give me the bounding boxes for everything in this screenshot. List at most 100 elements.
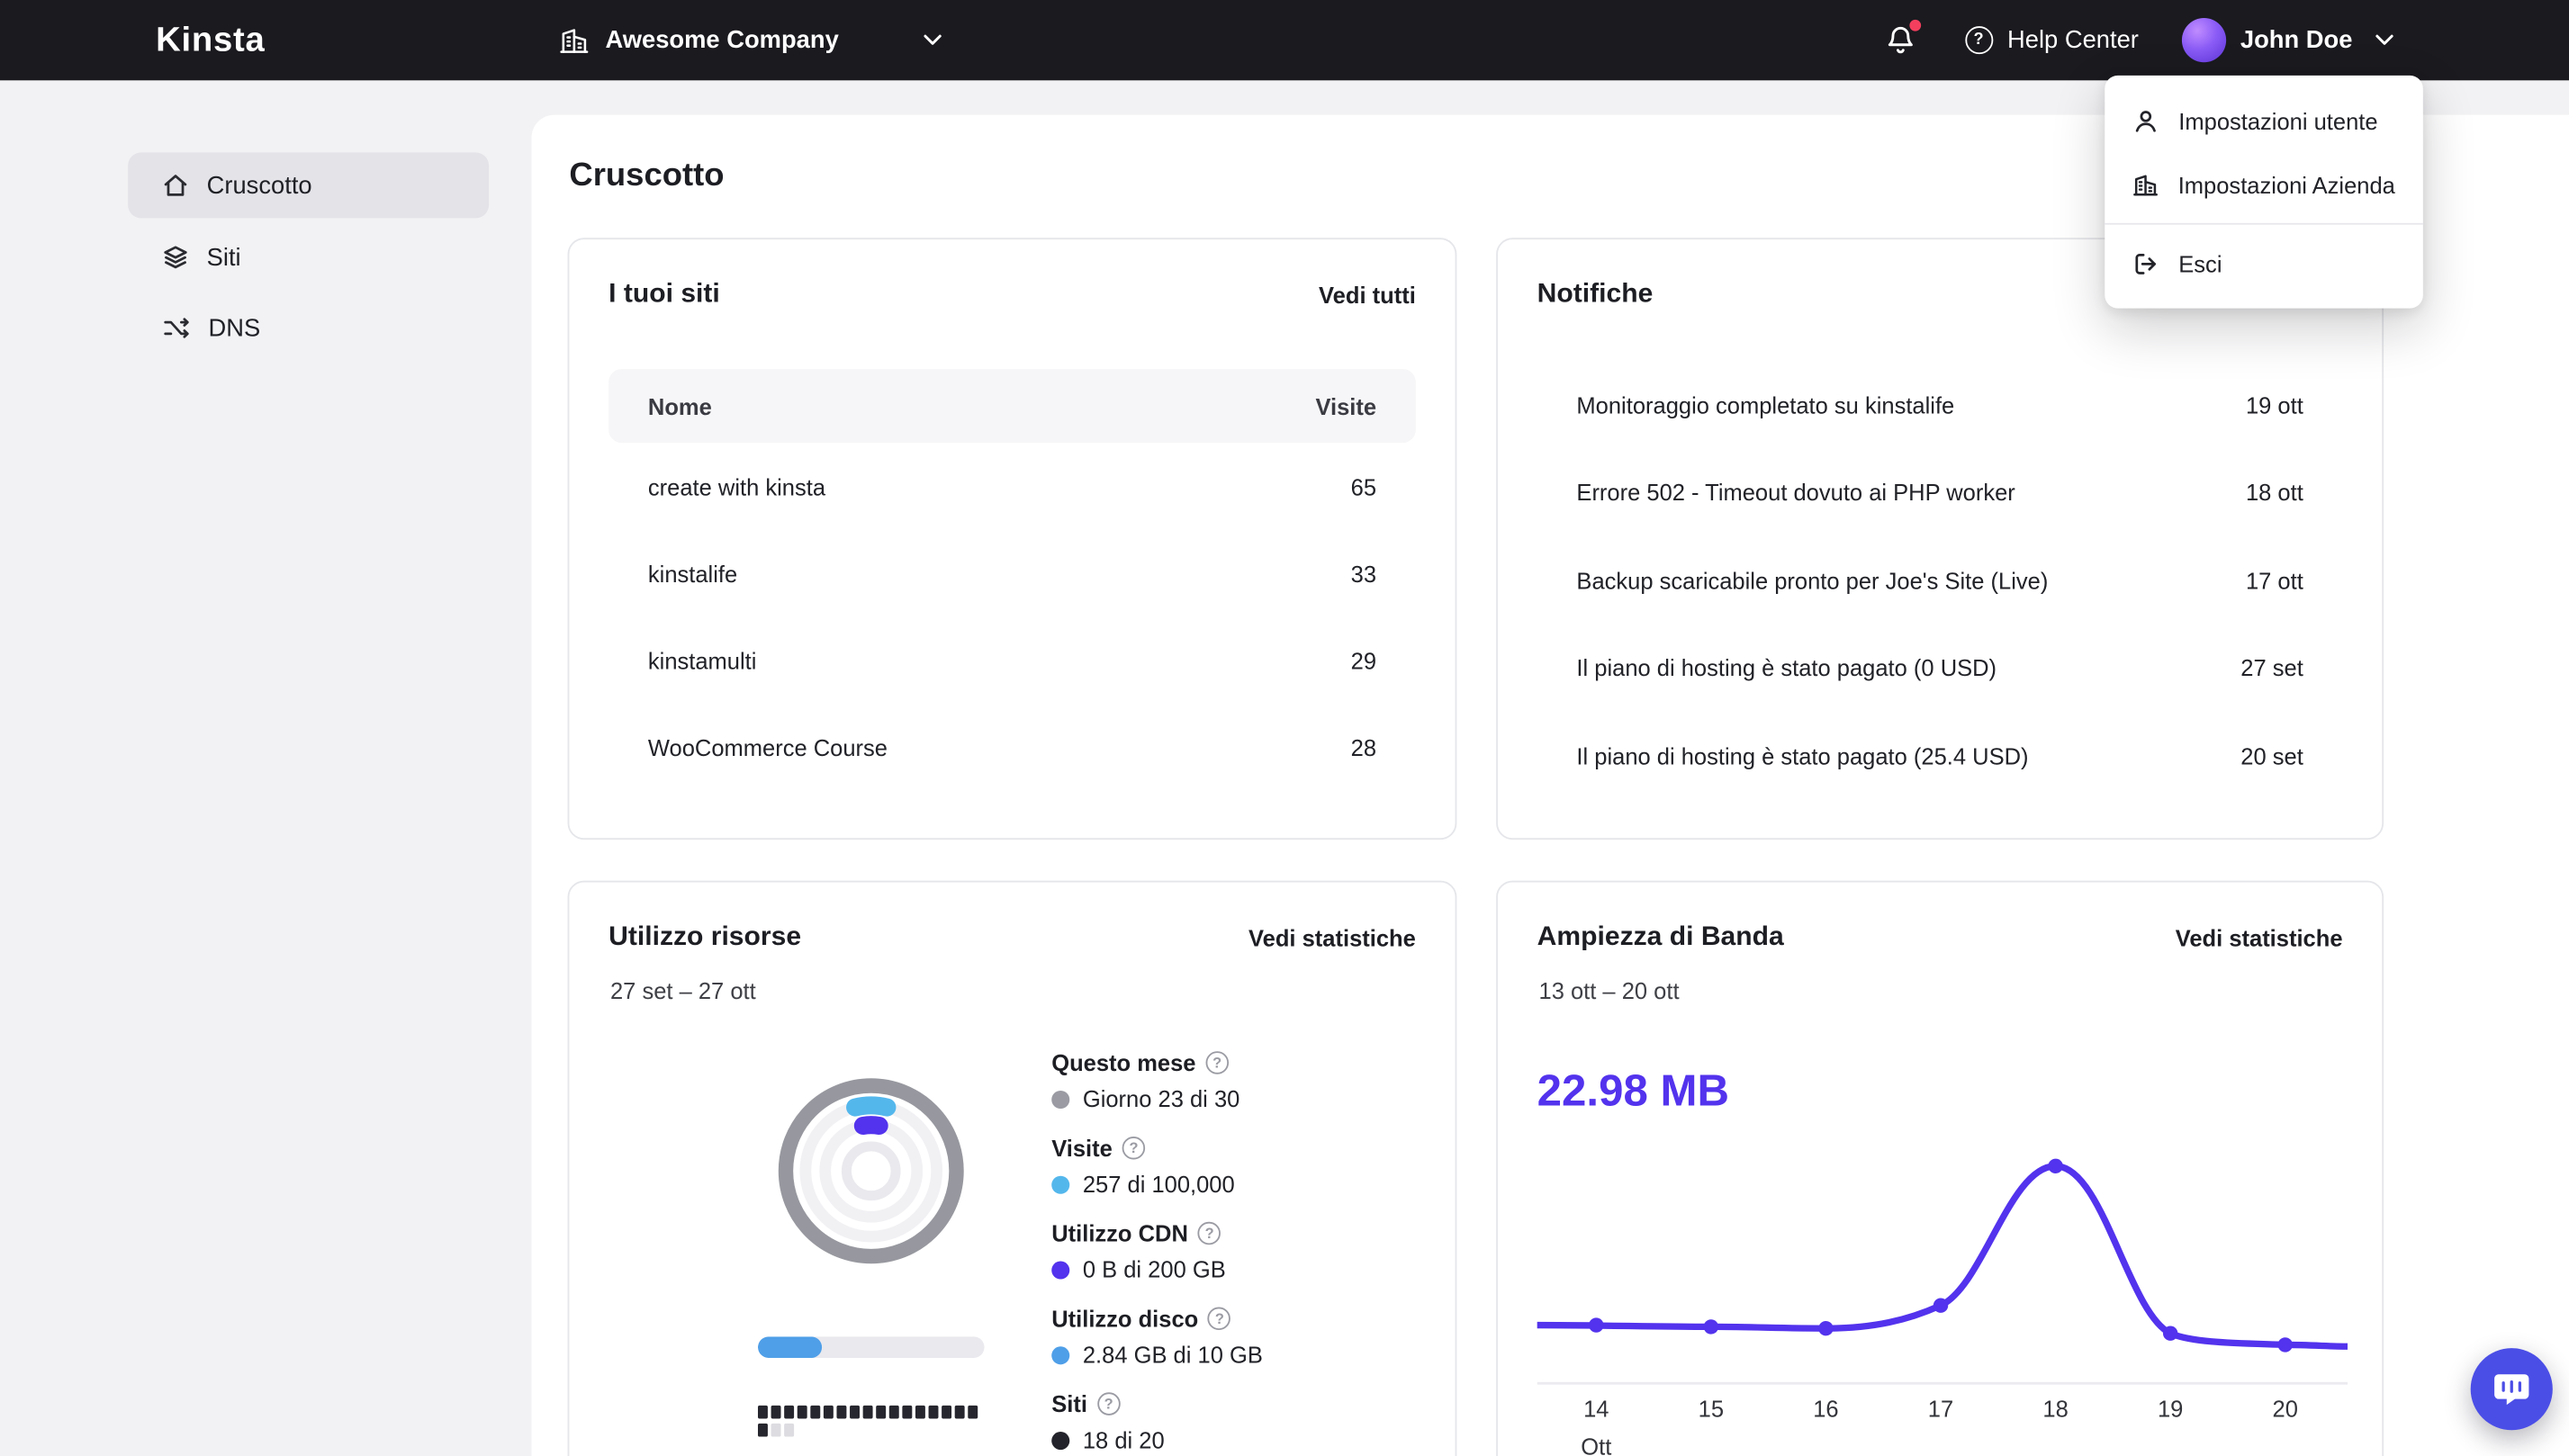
menu-item-label: Esci	[2178, 249, 2222, 277]
bandwidth-card-title: Ampiezza di Banda	[1537, 921, 1784, 952]
company-icon	[2133, 174, 2158, 195]
help-center-button[interactable]: ? Help Center	[1964, 26, 2139, 55]
legend-dot	[1051, 1174, 1070, 1193]
home-icon	[164, 175, 187, 196]
notification-text: Monitoraggio completato su kinstalife	[1576, 391, 1955, 418]
menu-item-company-settings[interactable]: Impostazioni Azienda	[2105, 152, 2423, 216]
table-row[interactable]: kinstalife 33	[608, 530, 1416, 617]
legend-item-visits: Visite ? 257 di 100,000	[1051, 1132, 1429, 1201]
sites-table-header: Nome Visite	[608, 369, 1416, 444]
sites-card: I tuoi siti Vedi tutti Nome Visite creat…	[567, 238, 1457, 840]
help-tooltip-icon[interactable]: ?	[1205, 1051, 1229, 1074]
user-icon	[2135, 110, 2156, 131]
menu-item-label: Impostazioni Azienda	[2177, 171, 2395, 198]
notifications-card: Notifiche Vedi tutti Monitoraggio comple…	[1496, 238, 2384, 840]
disk-progress-bar	[757, 1336, 985, 1359]
help-tooltip-icon[interactable]: ?	[1208, 1307, 1231, 1331]
segment	[928, 1405, 939, 1419]
legend-value: Giorno 23 di 30	[1082, 1085, 1240, 1112]
notification-text: Errore 502 - Timeout dovuto ai PHP worke…	[1576, 479, 2015, 506]
notification-date: 19 ott	[2245, 391, 2303, 418]
sites-card-title: I tuoi siti	[608, 278, 720, 309]
table-row[interactable]: WooCommerce Course 28	[608, 704, 1416, 791]
segment	[797, 1405, 807, 1419]
notification-date: 20 set	[2240, 742, 2303, 769]
legend-label: Utilizzo CDN	[1051, 1219, 1188, 1247]
resource-card-title: Utilizzo risorse	[608, 921, 802, 952]
x-tick: 17	[1927, 1395, 1954, 1423]
notification-date: 18 ott	[2245, 479, 2303, 506]
chevron-down-icon	[2375, 34, 2393, 46]
sites-segment-bar	[757, 1405, 989, 1437]
resource-card-header: Utilizzo risorse Vedi statistiche	[569, 883, 1455, 953]
site-visits: 28	[1350, 733, 1377, 760]
legend-value: 2.84 GB di 10 GB	[1082, 1341, 1263, 1368]
segment	[784, 1405, 795, 1419]
user-name: John Doe	[2240, 26, 2353, 55]
sidebar-item-dns[interactable]: DNS	[128, 295, 489, 361]
notifications-bell-button[interactable]	[1884, 18, 1921, 56]
legend-item-month: Questo mese ? Giorno 23 di 30	[1051, 1047, 1429, 1116]
table-row[interactable]: create with kinsta 65	[608, 443, 1416, 530]
company-icon	[559, 25, 589, 55]
legend-label: Siti	[1051, 1390, 1087, 1417]
user-menu-button[interactable]: John Doe	[2181, 18, 2393, 63]
legend-value: 0 B di 200 GB	[1082, 1256, 1226, 1283]
segment	[836, 1405, 847, 1419]
sidebar-item-label: DNS	[208, 314, 261, 342]
chevron-down-icon	[924, 34, 942, 46]
legend-dot	[1051, 1345, 1070, 1364]
list-item[interactable]: Il piano di hosting è stato pagato (0 US…	[1537, 624, 2343, 712]
list-item[interactable]: Monitoraggio completato su kinstalife 19…	[1537, 361, 2343, 449]
site-visits: 65	[1350, 472, 1377, 499]
segment	[915, 1405, 925, 1419]
segment	[967, 1405, 978, 1419]
segment	[771, 1423, 781, 1437]
list-item[interactable]: Il piano di hosting è stato pagato (25.4…	[1537, 712, 2343, 800]
menu-divider	[2105, 222, 2423, 225]
help-tooltip-icon[interactable]: ?	[1197, 1221, 1221, 1245]
notifications-card-title: Notifiche	[1537, 278, 1654, 309]
sidebar-item-label: Siti	[206, 243, 241, 272]
column-visits: Visite	[1315, 392, 1377, 419]
notification-text: Il piano di hosting è stato pagato (25.4…	[1576, 742, 2029, 769]
segment	[757, 1423, 769, 1437]
chat-launcher-button[interactable]	[2470, 1348, 2553, 1431]
sites-view-all-link[interactable]: Vedi tutti	[1319, 282, 1416, 308]
x-axis-month: Ott	[1581, 1433, 1612, 1456]
legend-item-disk: Utilizzo disco ? 2.84 GB di 10 GB	[1051, 1302, 1429, 1371]
bandwidth-view-stats-link[interactable]: Vedi statistiche	[2176, 924, 2343, 950]
menu-item-user-settings[interactable]: Impostazioni utente	[2105, 88, 2423, 152]
segment	[862, 1405, 873, 1419]
legend-dot	[1051, 1431, 1070, 1450]
legend-item-cdn: Utilizzo CDN ? 0 B di 200 GB	[1051, 1217, 1429, 1286]
help-tooltip-icon[interactable]: ?	[1096, 1392, 1121, 1416]
menu-item-logout[interactable]: Esci	[2105, 231, 2423, 295]
disk-progress-fill	[757, 1336, 822, 1359]
sidebar-item-dashboard[interactable]: Cruscotto	[128, 152, 490, 219]
x-tick: 18	[2042, 1395, 2069, 1423]
bandwidth-card-header: Ampiezza di Banda Vedi statistiche	[1498, 883, 2382, 953]
topbar: Kinsta Awesome Company ? Help Center Joh…	[0, 0, 2569, 81]
segment	[902, 1405, 913, 1419]
legend-label: Utilizzo disco	[1051, 1305, 1199, 1332]
resource-legend: Questo mese ? Giorno 23 di 30 Visite ? 2…	[1051, 1047, 1429, 1456]
bandwidth-period: 13 ott – 20 ott	[1538, 977, 1680, 1004]
bandwidth-total: 22.98 MB	[1537, 1065, 1730, 1116]
sites-card-header: I tuoi siti Vedi tutti	[569, 239, 1455, 310]
page-title: Cruscotto	[569, 157, 725, 194]
list-item[interactable]: Errore 502 - Timeout dovuto ai PHP worke…	[1537, 448, 2343, 536]
resource-donut-chart	[778, 1078, 964, 1264]
table-row[interactable]: kinstamulti 29	[608, 616, 1416, 704]
resource-usage-card: Utilizzo risorse Vedi statistiche 27 set…	[567, 880, 1457, 1456]
company-selector[interactable]: Awesome Company	[550, 0, 952, 80]
menu-item-label: Impostazioni utente	[2178, 107, 2378, 134]
help-tooltip-icon[interactable]: ?	[1122, 1136, 1146, 1160]
sidebar-item-sites[interactable]: Siti	[128, 225, 489, 291]
resource-view-stats-link[interactable]: Vedi statistiche	[1248, 924, 1416, 950]
legend-value: 18 di 20	[1082, 1426, 1165, 1453]
list-item[interactable]: Backup scaricabile pronto per Joe's Site…	[1537, 536, 2343, 625]
notification-date: 17 ott	[2245, 567, 2303, 594]
chart-x-axis: 14 15 16 17 18 19 20	[1564, 1396, 2318, 1422]
x-tick: 16	[1813, 1395, 1839, 1423]
